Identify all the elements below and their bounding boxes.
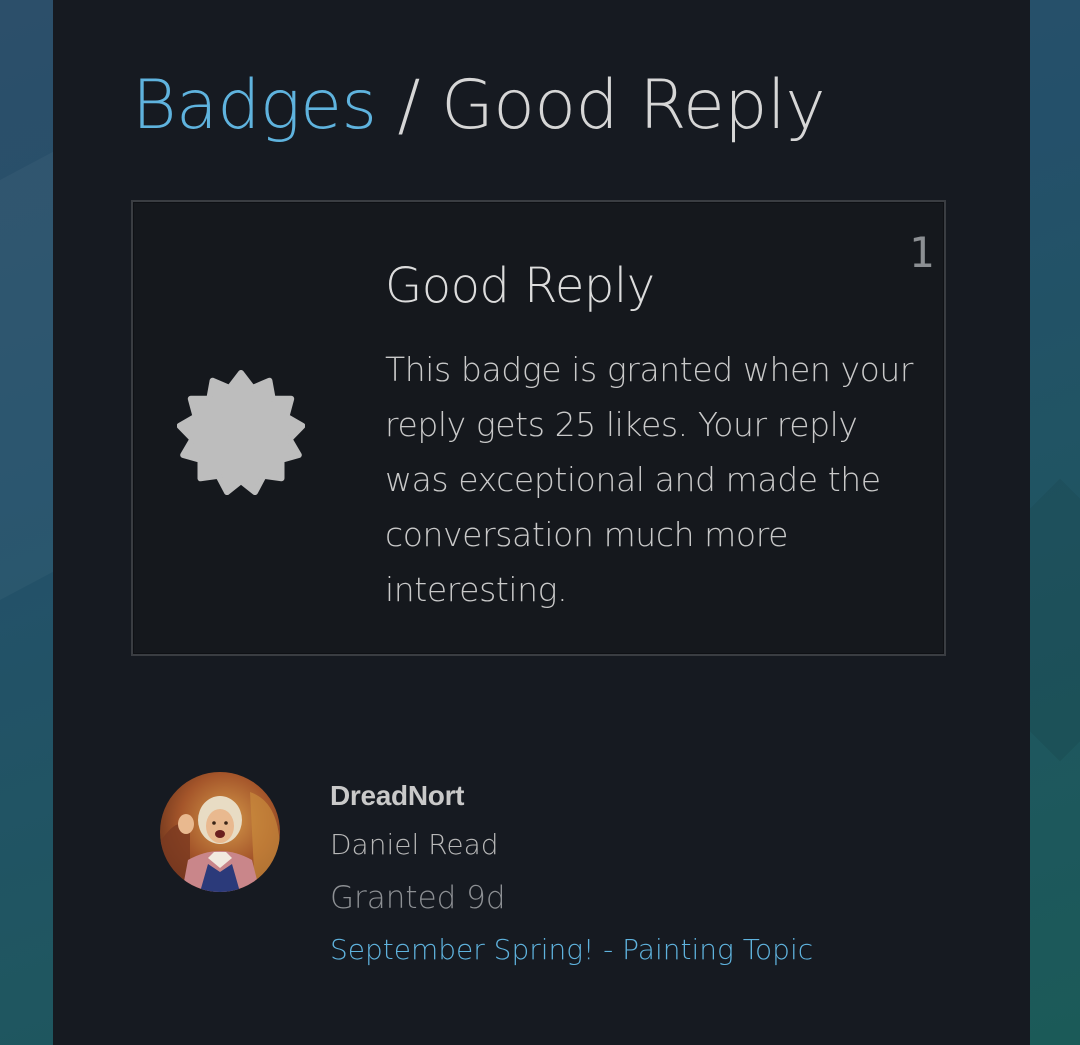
page-title: Badges / Good Reply — [132, 62, 826, 150]
granted-topic-link[interactable]: September Spring! - Painting Topic — [330, 933, 813, 966]
breadcrumb-current: Good Reply — [441, 66, 826, 145]
badge-grant-count: 1 — [908, 228, 934, 277]
grantee-username[interactable]: DreadNort — [330, 780, 465, 812]
user-avatar[interactable] — [160, 772, 280, 892]
badge-seal-shape — [177, 370, 305, 495]
granted-time: Granted 9d — [330, 880, 506, 916]
grantee-full-name: Daniel Read — [330, 828, 499, 861]
badge-grant-entry: DreadNort Daniel Read Granted 9d Septemb… — [160, 772, 860, 992]
badge-card: 1 Good Reply This badge is granted when … — [131, 200, 946, 656]
badge-description: This badge is granted when your reply ge… — [385, 350, 914, 609]
badge-name: Good Reply — [385, 258, 655, 314]
badge-seal-icon — [177, 370, 305, 495]
breadcrumb-badges-link[interactable]: Badges — [132, 66, 377, 145]
breadcrumb-separator: / — [376, 66, 442, 145]
avatar-image — [160, 772, 280, 892]
